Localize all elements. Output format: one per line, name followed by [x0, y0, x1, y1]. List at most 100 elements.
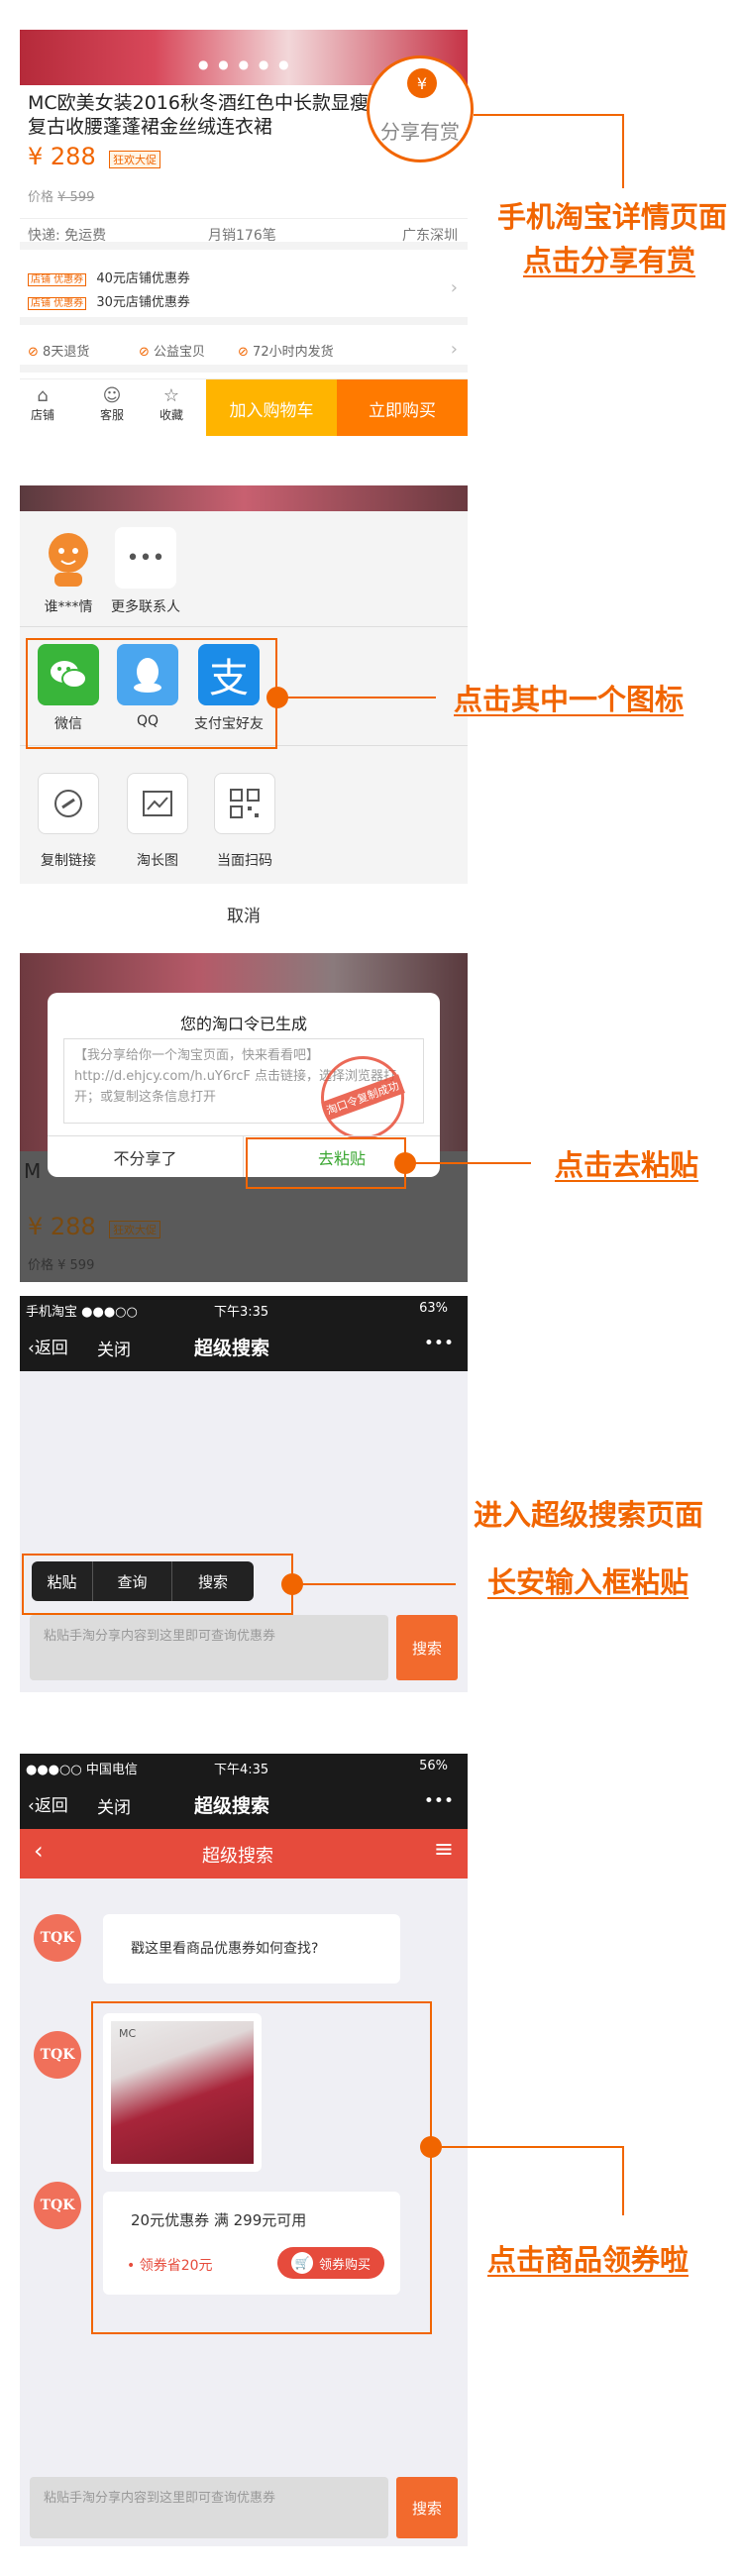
marker-dot [281, 1573, 303, 1595]
step4-caption1: 进入超级搜索页面 [474, 1498, 704, 1532]
nav-bar: ‹返回 关闭 超级搜索 ••• [20, 1779, 468, 1829]
search-input[interactable]: 粘贴手淘分享内容到这里即可查询优惠券 [30, 2477, 388, 2538]
ellipsis-icon: ••• [126, 545, 165, 571]
dimmed-badge: 狂欢大促 [109, 1221, 160, 1238]
dialog-title: 您的淘口令已生成 [179, 1015, 307, 1033]
chevron-left-icon: ‹ [28, 1796, 35, 1816]
more-contacts-button[interactable]: ••• [115, 527, 176, 589]
no-share-button[interactable]: 不分享了 [48, 1136, 244, 1177]
contact-name: 谁***情 [44, 599, 93, 615]
tab-favorite-label: 收藏 [159, 408, 183, 422]
money-bag-icon: ¥ [407, 68, 437, 98]
qr-code-icon [230, 789, 260, 818]
connector-line [474, 114, 622, 116]
coupon-line2: 店铺 优惠券 30元店铺优惠券 [28, 291, 190, 310]
search-input[interactable]: 粘贴手淘分享内容到这里即可查询优惠券 [30, 1615, 388, 1680]
cancel-button[interactable]: 取消 [20, 902, 468, 926]
step2-caption: 点击其中一个图标 [454, 683, 685, 716]
orig-price-value: ¥ 599 [57, 190, 95, 205]
long-image-label: 淘长图 [137, 853, 178, 869]
search-button[interactable]: 搜索 [396, 2477, 458, 2538]
highlight-box [246, 1137, 406, 1189]
add-to-cart-button[interactable]: 加入购物车 [206, 379, 337, 436]
location-text: 广东深圳 [402, 228, 458, 244]
step1-caption2: 点击分享有赏 [523, 244, 696, 277]
more-contacts-label: 更多联系人 [111, 599, 180, 615]
buy-now-button[interactable]: 立即购买 [337, 379, 468, 436]
dimmed-orig-price: 价格 ¥ 599 [28, 1258, 95, 1273]
marker-dot [420, 2136, 442, 2158]
status-carrier: 手机淘宝 ●●●○○ [26, 1305, 138, 1320]
step5-caption: 点击商品领券啦 [487, 2243, 690, 2277]
nav-title: 超级搜索 [194, 1795, 270, 1817]
nav-title: 超级搜索 [194, 1338, 270, 1359]
close-button[interactable]: 关闭 [97, 1336, 131, 1360]
back-button[interactable]: ‹返回 [28, 1334, 68, 1358]
original-price: 价格 ¥ 599 [28, 186, 94, 205]
share-reward-button[interactable]: ¥ 分享有赏 [367, 55, 474, 162]
connector-line [287, 697, 436, 698]
check-circle-icon: ⊘ [139, 345, 150, 360]
step4-caption2: 长安输入框粘贴 [487, 1565, 690, 1599]
title-line2: 复古收腰蓬蓬裙金丝绒连衣裙 [28, 116, 273, 138]
coupon2-text: 30元店铺优惠券 [96, 295, 190, 310]
status-bar: ●●●○○ 中国电信 下午4:35 56% [20, 1754, 468, 1779]
qr-code-button[interactable] [214, 773, 275, 834]
coupon-line1: 店铺 优惠券 40元店铺优惠券 [28, 268, 190, 286]
shop-icon: ⌂ [37, 385, 49, 406]
connector-line [622, 114, 624, 188]
highlight-box [26, 638, 277, 749]
image-chart-icon [143, 791, 172, 816]
contact-avatar[interactable] [38, 527, 99, 589]
status-battery: 56% [419, 1759, 448, 1773]
status-carrier: ●●●○○ 中国电信 [26, 1763, 138, 1777]
dimmed-letter: M [24, 1159, 42, 1183]
highlight-box [22, 1554, 293, 1615]
copy-link-label: 复制链接 [41, 853, 96, 869]
connector-line [414, 1162, 531, 1164]
divider [20, 626, 468, 627]
tab-service[interactable]: ☺ 客服 [97, 385, 127, 423]
coupon-tag: 店铺 优惠券 [28, 297, 87, 310]
service-item: ⊘ 公益宝贝 [139, 345, 206, 360]
service-item: ⊘ 72小时内发货 [238, 345, 334, 360]
copy-link-button[interactable] [38, 773, 99, 834]
link-icon [54, 790, 82, 817]
chevron-right-icon: › [450, 339, 458, 360]
long-image-button[interactable] [127, 773, 188, 834]
star-icon: ☆ [162, 385, 180, 406]
image-pager-dots: ● ● ● ● ● [198, 57, 292, 71]
connector-line [301, 1583, 456, 1585]
nav-bar: ‹返回 关闭 超级搜索 ••• [20, 1322, 468, 1371]
smile-icon: ☺ [102, 385, 122, 406]
status-time: 下午4:35 [214, 1763, 269, 1777]
search-button[interactable]: 搜索 [396, 1615, 458, 1680]
tab-service-label: 客服 [99, 408, 124, 422]
connector-line [622, 2146, 624, 2215]
more-button[interactable]: ••• [424, 1791, 454, 1811]
more-button[interactable]: ••• [424, 1334, 454, 1353]
back-button[interactable]: ‹返回 [28, 1791, 68, 1816]
coupon-row[interactable]: 店铺 优惠券 40元店铺优惠券 店铺 优惠券 30元店铺优惠券 › [20, 260, 468, 325]
close-button[interactable]: 关闭 [97, 1793, 131, 1818]
promo-badge: 狂欢大促 [109, 151, 160, 168]
coupon-tag: 店铺 优惠券 [28, 273, 87, 286]
status-bar: 手机淘宝 ●●●○○ 下午3:35 63% [20, 1296, 468, 1322]
tab-favorite[interactable]: ☆ 收藏 [157, 385, 186, 423]
chevron-right-icon: › [450, 277, 458, 298]
coupon1-text: 40元店铺优惠券 [96, 271, 190, 286]
orange-mascot-icon [49, 533, 88, 587]
tab-shop[interactable]: ⌂ 店铺 [28, 385, 57, 423]
step1-caption1: 手机淘宝详情页面 [497, 200, 728, 234]
connector-line [442, 2146, 624, 2148]
chat-bubble[interactable]: 戳这里看商品优惠券如何查找? [103, 1914, 400, 1984]
chevron-left-icon[interactable]: ‹ [34, 1837, 44, 1865]
bar-title: 超级搜索 [202, 1846, 273, 1867]
marker-dot [394, 1152, 416, 1174]
status-time: 下午3:35 [214, 1305, 269, 1320]
info-row: 快递: 免运费 月销176笔 广东深圳 [20, 218, 468, 250]
menu-icon[interactable]: ≡ [434, 1835, 454, 1863]
chat-message: 戳这里看商品优惠券如何查找? [131, 1941, 319, 1957]
service-row[interactable]: ⊘ 8天退货 ⊘ 公益宝贝 ⊘ 72小时内发货 › [20, 333, 468, 373]
dimmed-price: ¥ 288 [28, 1213, 96, 1240]
